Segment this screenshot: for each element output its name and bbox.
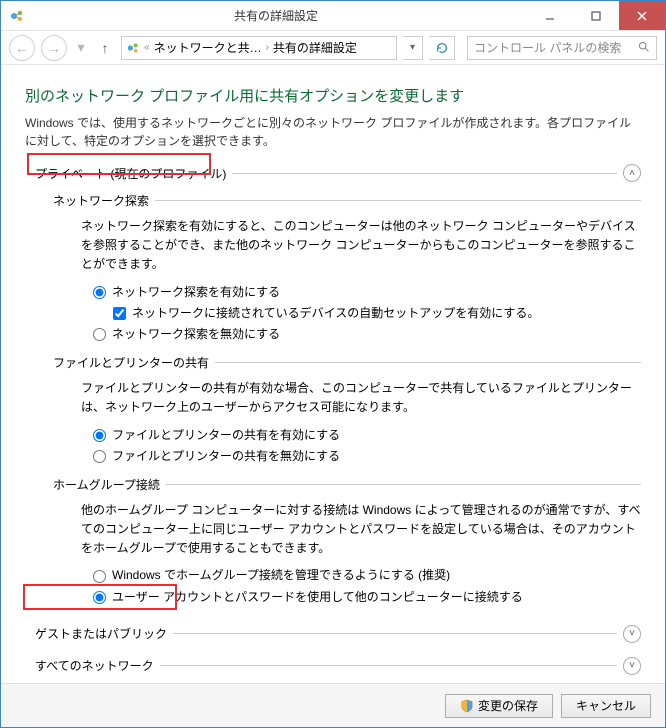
radio-input[interactable] xyxy=(93,591,106,604)
divider xyxy=(232,173,617,174)
radio-input[interactable] xyxy=(93,450,106,463)
navbar: ← → ▾ ↑ « ネットワークと共… › 共有の詳細設定 ▾ コントロール パ… xyxy=(1,31,665,65)
window-title: 共有の詳細設定 xyxy=(25,7,527,24)
chevron-down-icon[interactable]: ˅ xyxy=(623,657,641,675)
chevron-right-icon: « xyxy=(144,42,150,53)
subsection-title: ホームグループ接続 xyxy=(53,476,166,493)
checkbox-input[interactable] xyxy=(113,307,126,320)
history-dropdown[interactable]: ▾ xyxy=(73,35,89,61)
divider xyxy=(155,200,641,201)
page-heading: 別のネットワーク プロファイル用に共有オプションを変更します xyxy=(25,85,641,106)
chevron-down-icon[interactable]: ˅ xyxy=(623,625,641,643)
up-button[interactable]: ↑ xyxy=(95,40,115,56)
search-icon xyxy=(637,40,650,56)
chevron-right-icon: › xyxy=(266,42,269,53)
subsection-file-printer: ファイルとプリンターの共有 ファイルとプリンターの共有が有効な場合、このコンピュ… xyxy=(53,354,641,466)
checkbox-nd-auto[interactable]: ネットワークに接続されているデバイスの自動セットアップを有効にする。 xyxy=(113,304,641,323)
subsection-desc: ファイルとプリンターの共有が有効な場合、このコンピューターで共有しているファイル… xyxy=(81,379,641,417)
forward-button[interactable]: → xyxy=(41,35,67,61)
radio-nd-off[interactable]: ネットワーク探索を無効にする xyxy=(93,325,641,344)
maximize-button[interactable] xyxy=(573,1,619,30)
subsection-desc: ネットワーク探索を有効にすると、このコンピューターは他のネットワーク コンピュー… xyxy=(81,217,641,275)
window-frame: 共有の詳細設定 ← → ▾ ↑ « ネットワークと共… › 共有の詳細設定 xyxy=(0,0,666,728)
breadcrumb-dropdown[interactable]: ▾ xyxy=(403,36,423,60)
divider xyxy=(173,633,617,634)
divider xyxy=(160,665,617,666)
back-button[interactable]: ← xyxy=(9,35,35,61)
save-button[interactable]: 変更の保存 xyxy=(445,694,553,718)
radio-nd-on[interactable]: ネットワーク探索を有効にする xyxy=(93,283,641,302)
radio-hg-user[interactable]: ユーザー アカウントとパスワードを使用して他のコンピューターに接続する xyxy=(93,588,641,607)
subsection-title: ファイルとプリンターの共有 xyxy=(53,354,215,371)
subsection-network-discovery: ネットワーク探索 ネットワーク探索を有効にすると、このコンピューターは他のネット… xyxy=(53,192,641,344)
section-private-label: プライベート (現在のプロファイル) xyxy=(35,165,232,182)
radio-hg-manage[interactable]: Windows でホームグループ接続を管理できるようにする (推奨) xyxy=(93,566,641,585)
search-placeholder: コントロール パネルの検索 xyxy=(474,39,621,56)
radio-fp-on[interactable]: ファイルとプリンターの共有を有効にする xyxy=(93,426,641,445)
radio-input[interactable] xyxy=(93,570,106,583)
chevron-up-icon[interactable]: ˄ xyxy=(623,164,641,182)
section-all-header[interactable]: すべてのネットワーク ˅ xyxy=(35,657,641,675)
shield-icon xyxy=(460,699,474,713)
radio-input[interactable] xyxy=(93,286,106,299)
subsection-homegroup: ホームグループ接続 他のホームグループ コンピューターに対する接続は Windo… xyxy=(53,476,641,607)
network-icon xyxy=(126,41,140,55)
window-controls xyxy=(527,1,665,30)
radio-fp-off[interactable]: ファイルとプリンターの共有を無効にする xyxy=(93,447,641,466)
minimize-button[interactable] xyxy=(527,1,573,30)
section-private-header[interactable]: プライベート (現在のプロファイル) ˄ xyxy=(35,164,641,182)
section-guest-label: ゲストまたはパブリック xyxy=(35,625,173,642)
divider xyxy=(215,362,641,363)
app-icon xyxy=(9,8,25,24)
subsection-desc: 他のホームグループ コンピューターに対する接続は Windows によって管理さ… xyxy=(81,501,641,559)
section-all-label: すべてのネットワーク xyxy=(35,657,160,674)
breadcrumb-segment[interactable]: 共有の詳細設定 xyxy=(273,39,357,56)
divider xyxy=(166,484,641,485)
content-area: 別のネットワーク プロファイル用に共有オプションを変更します Windows で… xyxy=(1,65,665,683)
radio-input[interactable] xyxy=(93,429,106,442)
search-input[interactable]: コントロール パネルの検索 xyxy=(467,36,657,60)
bottom-bar: 変更の保存 キャンセル xyxy=(1,683,665,727)
titlebar: 共有の詳細設定 xyxy=(1,1,665,31)
cancel-button[interactable]: キャンセル xyxy=(561,694,651,718)
breadcrumb-segment[interactable]: ネットワークと共… xyxy=(154,39,262,56)
refresh-button[interactable] xyxy=(429,36,455,60)
page-description: Windows では、使用するネットワークごとに別々のネットワーク プロファイル… xyxy=(25,114,641,150)
subsection-title: ネットワーク探索 xyxy=(53,192,155,209)
radio-input[interactable] xyxy=(93,328,106,341)
close-button[interactable] xyxy=(619,1,665,30)
section-guest-header[interactable]: ゲストまたはパブリック ˅ xyxy=(35,625,641,643)
breadcrumb[interactable]: « ネットワークと共… › 共有の詳細設定 xyxy=(121,36,397,60)
